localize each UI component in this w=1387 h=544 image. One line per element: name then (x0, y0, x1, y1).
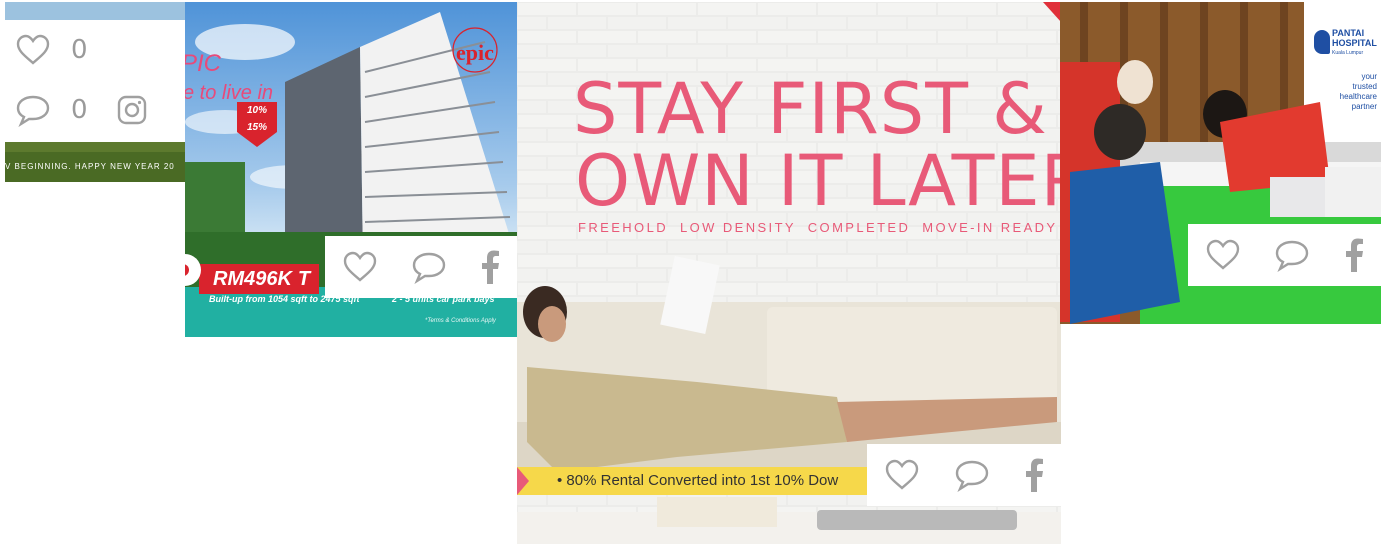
comment-icon[interactable] (411, 250, 447, 284)
price-label: RM496K T (213, 268, 310, 291)
slogan-line-1: your (1361, 72, 1377, 81)
heart-icon[interactable] (884, 459, 920, 491)
headline-1: STAY FIRST & (573, 68, 1048, 150)
facebook-icon[interactable] (480, 250, 500, 284)
post-4-actions (1188, 224, 1381, 286)
promo-banner: • 80% Rental Converted into 1st 10% Dow (517, 467, 877, 495)
heart-icon[interactable] (1205, 239, 1241, 271)
slogan-line-4: partner (1351, 102, 1377, 111)
hospital-sub: Kuala Lumpur (1332, 50, 1364, 56)
terms-text: *Terms & Conditions Apply (425, 318, 496, 324)
heart-icon[interactable] (342, 251, 378, 283)
hospital-logo-icon (1314, 30, 1330, 54)
price: RM496K (213, 268, 292, 290)
tagline-2: e to live in (185, 82, 274, 104)
slogan-line-2: trusted (1352, 82, 1377, 91)
facebook-icon[interactable] (1024, 458, 1044, 492)
post-tile-2[interactable]: epic PIC e to live in 10% 15% RM496K T Bu… (185, 2, 517, 337)
post-1-caption: V BEGINNING. HAPPY NEW YEAR 20 (5, 162, 175, 171)
slogan-line-3: healthcare (1339, 92, 1377, 101)
instagram-icon[interactable] (116, 94, 148, 126)
post-3-actions (867, 444, 1061, 506)
comment-icon[interactable] (15, 93, 51, 127)
rebate-2: 15% (247, 122, 268, 133)
comment-count: 0 (71, 95, 88, 125)
banner-text: • 80% Rental Converted into 1st 10% Dow (557, 472, 839, 489)
features-text: FREEHOLD LOW DENSITY COMPLETED MOVE-IN R… (578, 220, 1058, 235)
headline-2: OWN IT LATER (575, 140, 1061, 222)
like-count: 0 (71, 35, 88, 65)
post-tile-1[interactable]: 0 0 V BEGINNING. HAPPY NEW YEAR 20 (5, 2, 185, 182)
facebook-icon[interactable] (1344, 238, 1364, 272)
comment-icon[interactable] (954, 458, 990, 492)
post-tile-3[interactable]: STAY FIRST & OWN IT LATER FREEHOLD LOW D… (517, 2, 1061, 544)
post-tile-4[interactable]: PANTAI HOSPITAL Kuala Lumpur your truste… (1060, 2, 1381, 324)
brand-logo: epic (456, 40, 494, 65)
post-1-stats: 0 0 (5, 20, 185, 142)
tagline-1: PIC (185, 50, 222, 77)
rebate-1: 10% (247, 105, 268, 116)
heart-icon[interactable] (15, 34, 51, 66)
comment-icon[interactable] (1274, 238, 1310, 272)
price-suffix: T (297, 268, 311, 290)
banner-arrow-icon (517, 467, 529, 495)
hospital-name: PANTAI HOSPITAL (1332, 28, 1377, 48)
post-2-actions (325, 236, 517, 298)
